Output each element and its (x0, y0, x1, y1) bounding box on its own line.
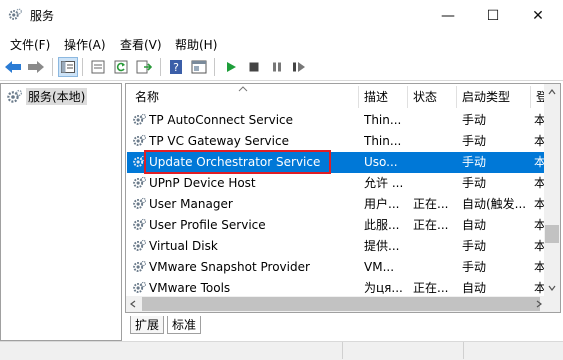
stop-icon[interactable] (245, 58, 263, 76)
table-row[interactable]: TP VC Gateway Service Thin... 手动 本 (127, 131, 544, 152)
service-gear-icon (133, 197, 146, 209)
service-logon-as: 本 (534, 260, 544, 274)
service-logon-as: 本 (534, 239, 544, 253)
help-icon[interactable]: ? (167, 58, 185, 76)
service-description: 提供... (364, 239, 400, 253)
back-arrow-icon[interactable] (4, 58, 22, 76)
tab-extended[interactable]: 扩展 (130, 316, 165, 334)
column-label: 名称 (135, 90, 160, 104)
column-header-startup-type[interactable]: 启动类型 (457, 86, 530, 108)
vertical-scrollbar[interactable] (544, 84, 560, 296)
table-row[interactable]: User Manager 用户... 正在... 自动(触发... 本 (127, 194, 544, 215)
service-startup-type: 手动 (462, 260, 487, 274)
scroll-down-icon[interactable] (548, 285, 556, 291)
svg-text:?: ? (173, 61, 179, 74)
refresh-icon[interactable] (112, 58, 130, 76)
toolbar-separator (160, 58, 161, 76)
service-startup-type: 手动 (462, 176, 487, 190)
tree-item-label: 服务(本地) (26, 88, 88, 105)
service-gear-icon (133, 113, 146, 125)
service-name: User Manager (149, 197, 233, 211)
service-description: 允许 ... (364, 176, 404, 190)
minimize-button[interactable]: — (425, 0, 471, 31)
service-gear-icon (133, 281, 146, 293)
toolbar-separator (214, 58, 215, 76)
menu-view[interactable]: 查看(V) (120, 36, 162, 53)
service-logon-as: 本 (534, 113, 544, 127)
service-status: 正在... (413, 197, 449, 211)
service-startup-type: 手动 (462, 155, 487, 169)
service-description: 用户... (364, 197, 400, 211)
service-name: TP AutoConnect Service (149, 113, 294, 127)
services-gear-icon (7, 89, 22, 103)
column-header-status[interactable]: 状态 (408, 86, 456, 108)
table-row[interactable]: User Profile Service 此服... 正在... 自动 本 (127, 215, 544, 236)
window-title: 服务 (30, 9, 55, 23)
column-header-logon[interactable]: 登 (531, 86, 544, 108)
toolbar-separator (52, 58, 53, 76)
service-description: Uso... (364, 155, 398, 169)
properties-icon[interactable] (89, 58, 107, 76)
service-startup-type: 自动 (462, 218, 487, 232)
table-row[interactable]: UPnP Device Host 允许 ... 手动 本 (127, 173, 544, 194)
service-startup-type: 自动(触发... (462, 197, 527, 211)
pause-icon[interactable] (268, 58, 286, 76)
services-gear-icon (8, 8, 22, 20)
menu-help[interactable]: 帮助(H) (175, 36, 217, 53)
service-gear-icon (133, 134, 146, 146)
service-description: Thin... (364, 134, 402, 148)
service-name: TP VC Gateway Service (149, 134, 289, 148)
menu-action[interactable]: 操作(A) (64, 36, 106, 53)
sort-ascending-icon (238, 86, 248, 92)
console-tree (0, 83, 122, 341)
service-gear-icon (133, 218, 146, 230)
service-logon-as: 本 (534, 197, 544, 211)
forward-arrow-icon[interactable] (27, 58, 45, 76)
service-logon-as: 本 (534, 155, 544, 169)
table-row[interactable]: VMware Snapshot Provider VM... 手动 本 (127, 257, 544, 278)
service-name: Virtual Disk (149, 239, 218, 253)
table-row[interactable]: Virtual Disk 提供... 手动 本 (127, 236, 544, 257)
service-description: 此服... (364, 218, 400, 232)
service-name: User Profile Service (149, 218, 266, 232)
maximize-button[interactable]: ☐ (470, 0, 516, 31)
column-header-description[interactable]: 描述 (359, 86, 407, 108)
service-startup-type: 手动 (462, 113, 487, 127)
service-description: Thin... (364, 113, 402, 127)
service-logon-as: 本 (534, 176, 544, 190)
status-segment (343, 342, 464, 359)
service-status: 正在... (413, 218, 449, 232)
play-icon[interactable] (222, 58, 240, 76)
scroll-left-icon[interactable] (130, 300, 136, 308)
status-segment (0, 342, 343, 359)
scroll-up-icon[interactable] (548, 89, 556, 95)
toolbar-separator (82, 58, 83, 76)
service-name: VMware Snapshot Provider (149, 260, 310, 274)
service-gear-icon (133, 239, 146, 251)
restart-icon[interactable] (290, 58, 308, 76)
service-gear-icon (133, 176, 146, 188)
service-description: VM... (364, 260, 395, 274)
export-list-icon[interactable] (135, 58, 153, 76)
service-name: UPnP Device Host (149, 176, 256, 190)
close-button[interactable]: ✕ (515, 0, 561, 31)
service-logon-as: 本 (534, 134, 544, 148)
menu-file[interactable]: 文件(F) (10, 36, 50, 53)
table-row[interactable]: TP AutoConnect Service Thin... 手动 本 (127, 110, 544, 131)
service-startup-type: 手动 (462, 239, 487, 253)
highlight-annotation (144, 150, 331, 174)
service-logon-as: 本 (534, 218, 544, 232)
horizontal-scroll-thumb[interactable] (142, 297, 540, 311)
vertical-scroll-thumb[interactable] (545, 225, 559, 243)
console-icon[interactable] (190, 58, 208, 76)
tab-standard[interactable]: 标准 (167, 316, 202, 334)
scrollbar-corner (544, 296, 560, 312)
scroll-right-icon[interactable] (536, 300, 542, 308)
show-tree-icon[interactable] (58, 57, 78, 77)
service-gear-icon (133, 260, 146, 272)
tree-item-services-local[interactable]: 服务(本地) (6, 88, 88, 105)
service-startup-type: 手动 (462, 134, 487, 148)
